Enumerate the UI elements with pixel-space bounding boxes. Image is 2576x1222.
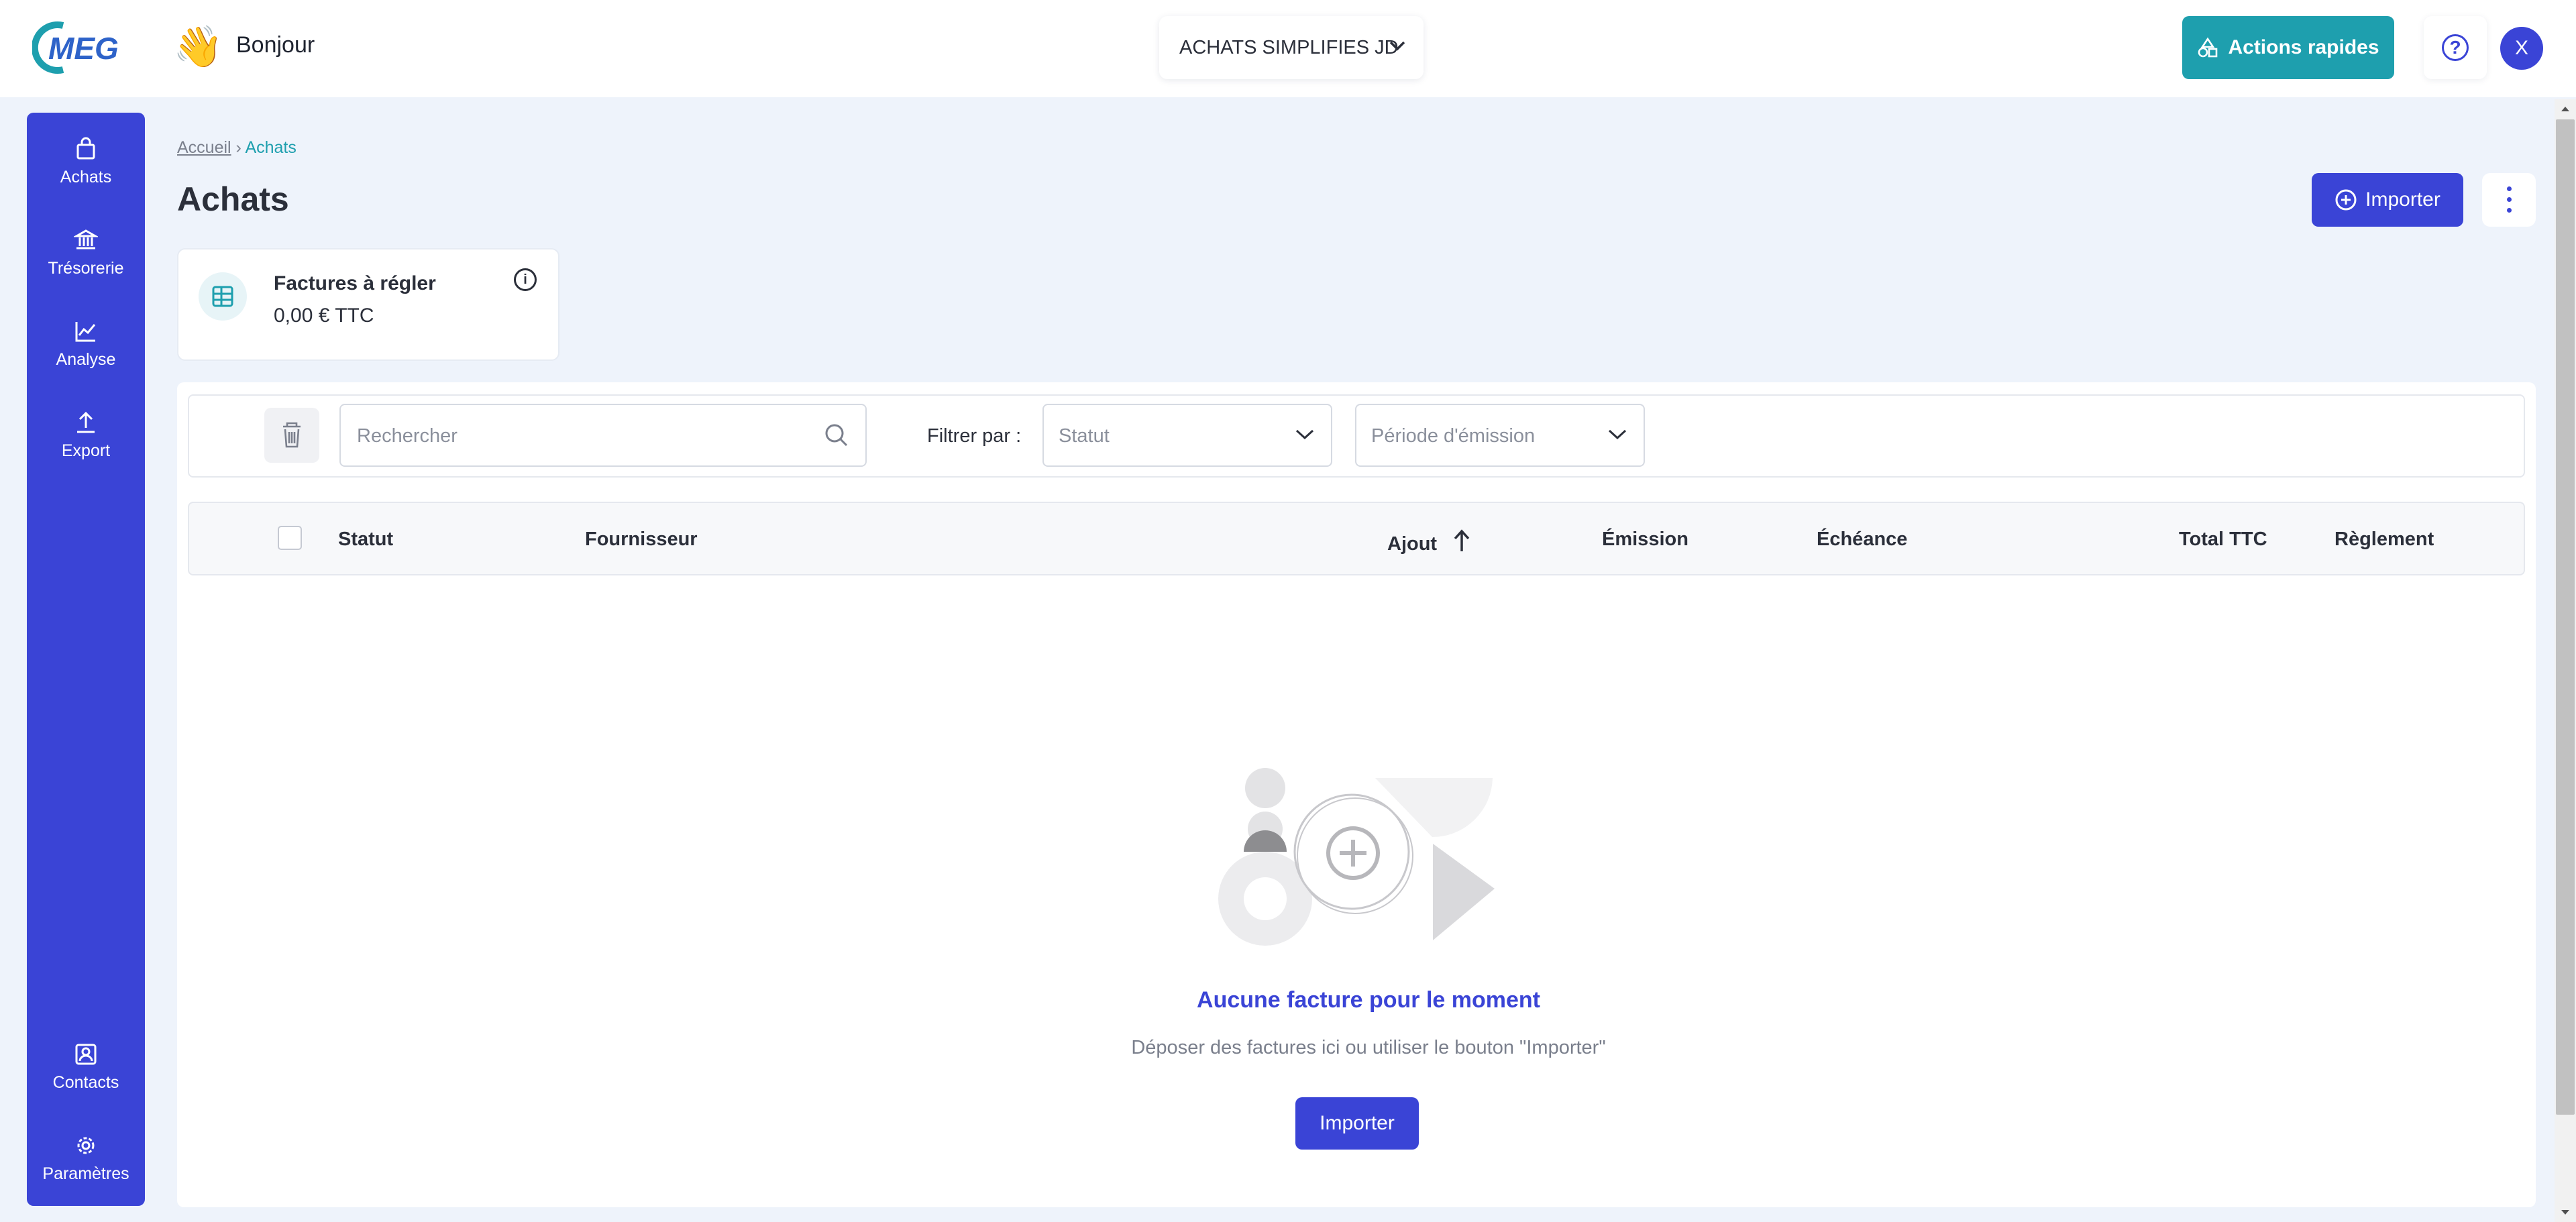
status-filter-select[interactable]: Statut xyxy=(1042,404,1332,467)
chevron-down-icon xyxy=(1389,41,1405,51)
sidebar-item-label: Trésorerie xyxy=(48,259,124,278)
invoice-grid-icon xyxy=(199,272,247,321)
kpi-value: 0,00 € TTC xyxy=(274,304,374,327)
breadcrumb: Accueil › Achats xyxy=(177,138,297,158)
shapes-icon xyxy=(2198,37,2218,58)
chart-line-icon xyxy=(75,322,96,342)
sidebar-item-label: Achats xyxy=(60,168,112,186)
quick-actions-button[interactable]: Actions rapides xyxy=(2182,16,2394,79)
column-header-statut[interactable]: Statut xyxy=(338,529,393,551)
delete-button[interactable] xyxy=(264,408,319,463)
kpi-card-invoices-to-pay: Factures à régler 0,00 € TTC i xyxy=(177,248,559,361)
shopping-bag-icon xyxy=(76,137,95,160)
quick-actions-label: Actions rapides xyxy=(2228,36,2379,58)
search-placeholder: Rechercher xyxy=(357,425,458,447)
scroll-up-arrow-icon[interactable] xyxy=(2560,105,2571,113)
more-options-button[interactable] xyxy=(2482,173,2536,227)
breadcrumb-separator: › xyxy=(235,138,241,157)
filter-bar: Rechercher Filtrer par : Statut Période … xyxy=(188,394,2525,478)
column-header-fournisseur[interactable]: Fournisseur xyxy=(585,529,698,551)
sidebar-item-label: Paramètres xyxy=(42,1164,129,1183)
trash-icon xyxy=(283,422,301,448)
scrollbar-thumb[interactable] xyxy=(2556,119,2575,1115)
empty-state-title: Aucune facture pour le moment xyxy=(1197,987,1540,1013)
sidebar-item-contacts[interactable]: Contacts xyxy=(27,1042,145,1093)
column-header-ajout[interactable]: Ajout xyxy=(1387,529,1472,555)
search-icon xyxy=(825,424,848,447)
empty-state-subtitle: Déposer des factures ici ou utiliser le … xyxy=(1131,1037,1606,1058)
kpi-title: Factures à régler xyxy=(274,272,436,294)
meg-logo[interactable]: MEG xyxy=(31,19,133,76)
help-button[interactable]: ? xyxy=(2424,16,2487,79)
greeting-text: Bonjour xyxy=(236,32,315,58)
sort-arrow-up-icon xyxy=(1454,529,1470,551)
table-header: Statut Fournisseur Ajout Émission Échéan… xyxy=(188,502,2525,575)
empty-state-illustration xyxy=(1218,768,1495,946)
bank-icon xyxy=(74,229,98,249)
status-filter-placeholder: Statut xyxy=(1059,425,1110,447)
filter-label: Filtrer par : xyxy=(927,425,1022,447)
company-name: ACHATS SIMPLIFIES JD xyxy=(1179,36,1399,58)
chevron-down-icon xyxy=(1608,429,1627,440)
contact-card-icon xyxy=(75,1044,97,1065)
column-header-reglement[interactable]: Règlement xyxy=(2334,529,2434,551)
sidebar-item-tresorerie[interactable]: Trésorerie xyxy=(27,228,145,278)
company-selector[interactable]: ACHATS SIMPLIFIES JD xyxy=(1159,16,1424,79)
gear-icon xyxy=(77,1137,95,1154)
info-icon[interactable]: i xyxy=(514,268,537,291)
sidebar-item-export[interactable]: Export xyxy=(27,410,145,461)
column-header-echeance[interactable]: Échéance xyxy=(1817,529,1907,551)
sidebar-item-parametres[interactable]: Paramètres xyxy=(27,1133,145,1184)
column-header-emission[interactable]: Émission xyxy=(1602,529,1688,551)
sidebar-item-label: Export xyxy=(61,441,111,460)
logo-text: MEG xyxy=(48,31,119,66)
sidebar-item-achats[interactable]: Achats xyxy=(27,137,145,187)
waving-hand-icon: 👋 xyxy=(173,24,223,69)
page-title: Achats xyxy=(177,180,289,218)
column-header-ajout-label: Ajout xyxy=(1387,533,1438,555)
breadcrumb-current: Achats xyxy=(245,138,297,157)
import-button[interactable]: Importer xyxy=(2312,173,2463,227)
column-header-total-ttc[interactable]: Total TTC xyxy=(2179,529,2267,551)
breadcrumb-home-link[interactable]: Accueil xyxy=(177,138,231,157)
period-filter-select[interactable]: Période d'émission xyxy=(1355,404,1645,467)
select-all-checkbox[interactable] xyxy=(278,526,302,550)
search-input[interactable]: Rechercher xyxy=(339,404,867,467)
sidebar: Achats Trésorerie Analyse Export Contact… xyxy=(27,113,145,1206)
more-vertical-icon xyxy=(2507,186,2512,191)
top-header: MEG 👋 Bonjour ACHATS SIMPLIFIES JD Actio… xyxy=(0,0,2576,97)
sidebar-item-label: Contacts xyxy=(52,1073,119,1092)
chevron-down-icon xyxy=(1295,429,1314,440)
period-filter-placeholder: Période d'émission xyxy=(1371,425,1536,447)
scroll-down-arrow-icon[interactable] xyxy=(2560,1209,2571,1217)
empty-state-import-button[interactable]: Importer xyxy=(1295,1097,1419,1150)
sidebar-item-analyse[interactable]: Analyse xyxy=(27,319,145,370)
user-avatar[interactable]: X xyxy=(2500,27,2543,70)
plus-circle-icon xyxy=(2335,189,2357,211)
import-button-label: Importer xyxy=(2365,188,2440,211)
upload-icon xyxy=(77,411,95,433)
sidebar-item-label: Analyse xyxy=(56,350,116,369)
help-icon: ? xyxy=(2442,34,2469,61)
